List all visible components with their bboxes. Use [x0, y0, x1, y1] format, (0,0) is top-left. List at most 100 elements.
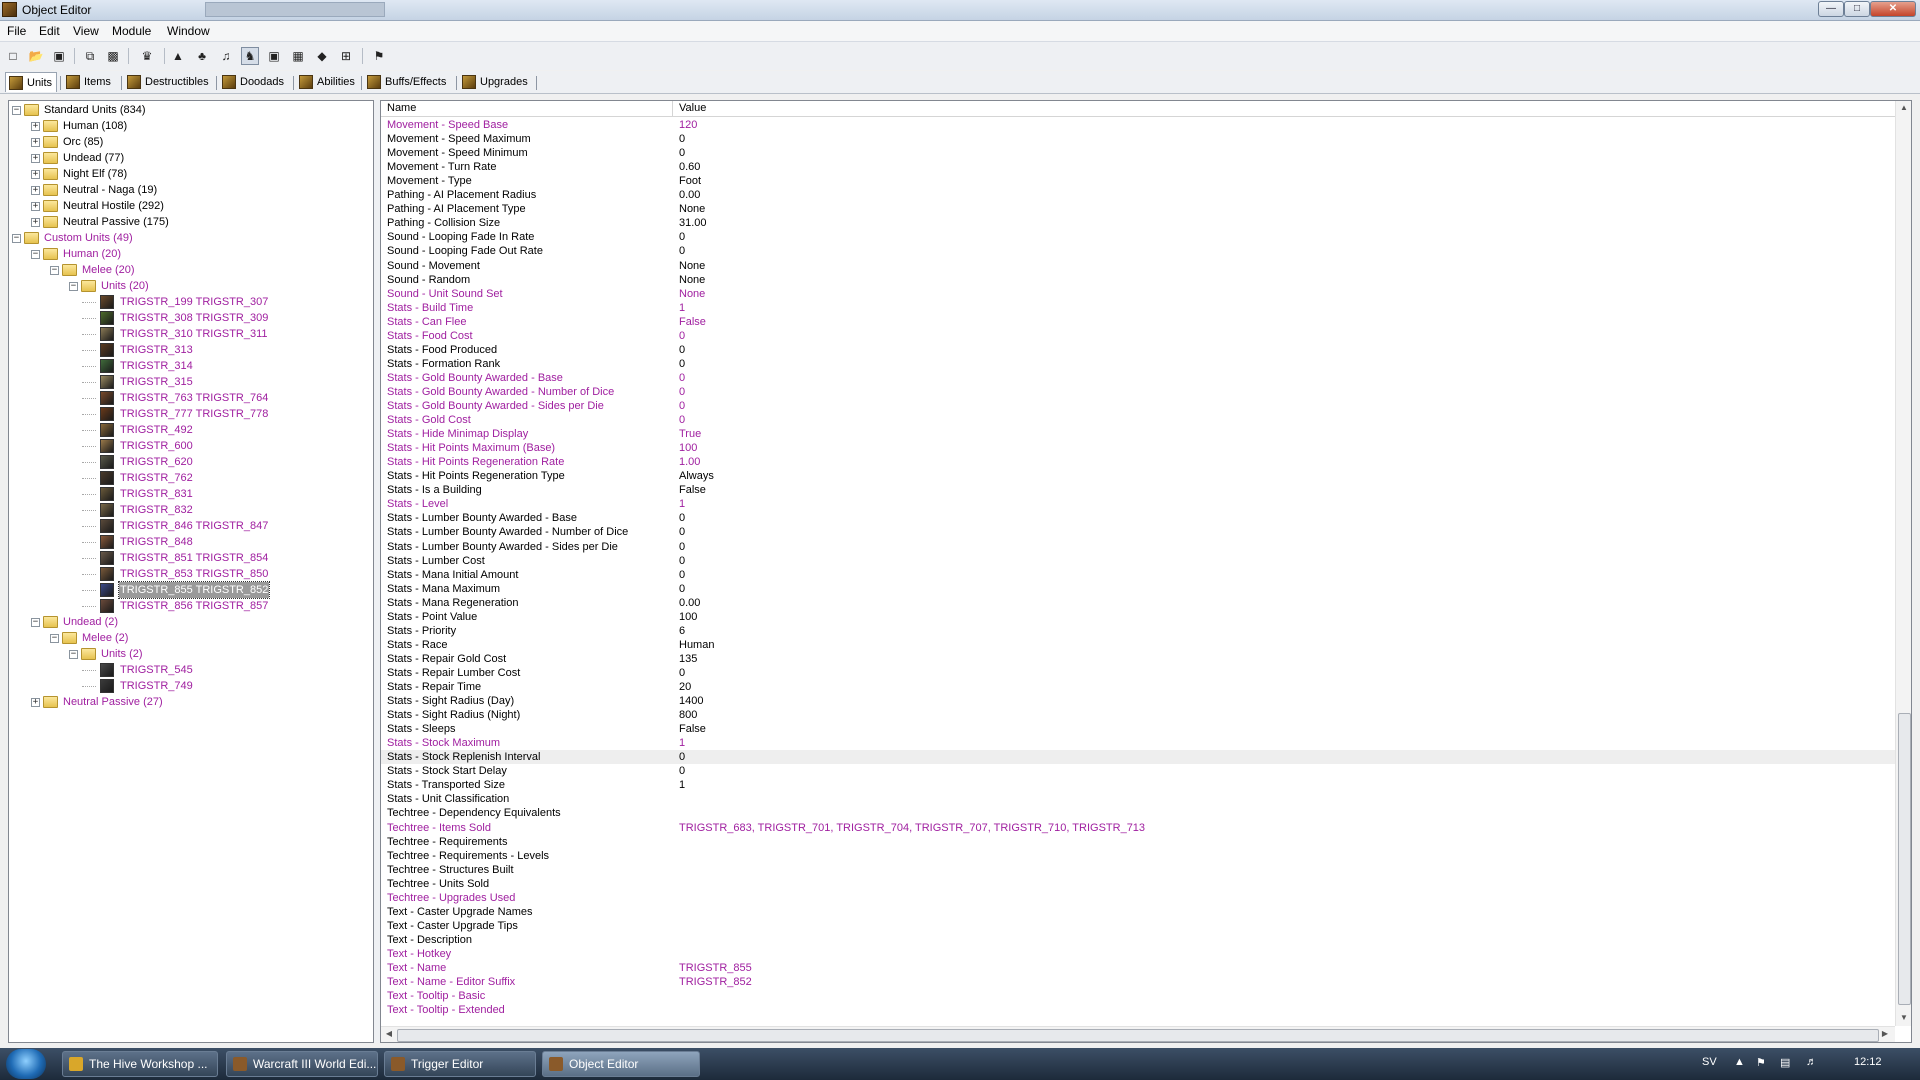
column-header-value[interactable]: Value: [679, 102, 706, 114]
field-value[interactable]: False: [679, 315, 706, 329]
field-row[interactable]: Text - Tooltip - Extended: [381, 1003, 1897, 1017]
field-row[interactable]: Movement - Speed Minimum 0: [381, 146, 1897, 160]
field-row[interactable]: Stats - Level 1: [381, 497, 1897, 511]
paste-icon[interactable]: ▩: [104, 47, 122, 65]
field-row[interactable]: Stats - Unit Classification: [381, 792, 1897, 806]
field-value[interactable]: None: [679, 287, 705, 301]
field-row[interactable]: Text - Tooltip - Basic: [381, 989, 1897, 1003]
tab-units[interactable]: Units: [5, 72, 58, 92]
field-row[interactable]: Stats - Gold Cost 0: [381, 413, 1897, 427]
field-row[interactable]: Text - Hotkey: [381, 947, 1897, 961]
field-value[interactable]: 0: [679, 554, 685, 568]
field-value[interactable]: 1: [679, 301, 685, 315]
field-value[interactable]: None: [679, 273, 705, 287]
field-row[interactable]: Movement - Speed Base 120: [381, 118, 1897, 132]
field-value[interactable]: 0: [679, 413, 685, 427]
windows-start-icon[interactable]: [6, 1049, 46, 1079]
field-row[interactable]: Stats - Mana Initial Amount 0: [381, 568, 1897, 582]
field-row[interactable]: Stats - Is a Building False: [381, 483, 1897, 497]
field-row[interactable]: Stats - Sight Radius (Day) 1400: [381, 694, 1897, 708]
field-row[interactable]: Stats - Hit Points Regeneration Type Alwa…: [381, 469, 1897, 483]
field-row[interactable]: Sound - Looping Fade Out Rate 0: [381, 244, 1897, 258]
field-value[interactable]: Human: [679, 638, 714, 652]
field-row[interactable]: Text - Caster Upgrade Tips: [381, 919, 1897, 933]
field-row[interactable]: Sound - Random None: [381, 273, 1897, 287]
collapse-minus-icon[interactable]: −: [69, 650, 78, 659]
doodad-icon[interactable]: ♣: [193, 47, 211, 65]
field-value[interactable]: 0.60: [679, 160, 700, 174]
field-value[interactable]: TRIGSTR_683, TRIGSTR_701, TRIGSTR_704, T…: [679, 821, 1145, 835]
field-row[interactable]: Stats - Repair Gold Cost 135: [381, 652, 1897, 666]
network-icon[interactable]: ▤: [1780, 1056, 1790, 1069]
field-row[interactable]: Pathing - Collision Size 31.00: [381, 216, 1897, 230]
field-value[interactable]: 135: [679, 652, 697, 666]
open-icon[interactable]: 📂: [27, 47, 45, 65]
input-language[interactable]: SV: [1702, 1056, 1717, 1068]
field-row[interactable]: Stats - Hide Minimap Display True: [381, 427, 1897, 441]
field-row[interactable]: Techtree - Upgrades Used: [381, 891, 1897, 905]
field-row[interactable]: Stats - Can Flee False: [381, 315, 1897, 329]
field-row[interactable]: Stats - Hit Points Regeneration Rate 1.00: [381, 455, 1897, 469]
field-row[interactable]: Stats - Gold Bounty Awarded - Number of …: [381, 385, 1897, 399]
tray-arrow-icon[interactable]: ▲: [1734, 1056, 1745, 1068]
field-row[interactable]: Stats - Mana Maximum 0: [381, 582, 1897, 596]
field-row[interactable]: Stats - Build Time 1: [381, 301, 1897, 315]
maximize-button[interactable]: □: [1844, 1, 1870, 17]
field-value[interactable]: True: [679, 427, 701, 441]
field-grid[interactable]: Name Value Movement - Speed Base 120 Movem…: [380, 100, 1912, 1043]
field-value[interactable]: 0: [679, 399, 685, 413]
unit-palette-icon[interactable]: ♞: [241, 47, 259, 65]
field-value[interactable]: 1400: [679, 694, 703, 708]
scroll-right-arrow-icon[interactable]: ▶: [1877, 1029, 1893, 1038]
field-value[interactable]: 31.00: [679, 216, 707, 230]
field-row[interactable]: Stats - Sleeps False: [381, 722, 1897, 736]
expand-plus-icon[interactable]: +: [31, 154, 40, 163]
collapse-minus-icon[interactable]: −: [50, 634, 59, 643]
volume-icon[interactable]: ♬: [1806, 1056, 1817, 1068]
field-row[interactable]: Techtree - Dependency Equivalents: [381, 806, 1897, 820]
expand-plus-icon[interactable]: +: [31, 122, 40, 131]
field-row[interactable]: Stats - Transported Size 1: [381, 778, 1897, 792]
field-value[interactable]: 0: [679, 329, 685, 343]
field-row[interactable]: Stats - Stock Start Delay 0: [381, 764, 1897, 778]
collapse-minus-icon[interactable]: −: [31, 618, 40, 627]
expand-plus-icon[interactable]: +: [31, 698, 40, 707]
field-row[interactable]: Stats - Race Human: [381, 638, 1897, 652]
scroll-up-arrow-icon[interactable]: ▲: [1896, 103, 1911, 112]
scroll-left-arrow-icon[interactable]: ◀: [381, 1029, 397, 1038]
taskbar-button[interactable]: Trigger Editor: [384, 1051, 536, 1077]
field-row[interactable]: Movement - Type Foot: [381, 174, 1897, 188]
field-value[interactable]: 0: [679, 540, 685, 554]
expand-plus-icon[interactable]: +: [31, 138, 40, 147]
field-value[interactable]: 0: [679, 750, 685, 764]
field-row[interactable]: Stats - Hit Points Maximum (Base) 100: [381, 441, 1897, 455]
horizontal-scrollbar[interactable]: ◀ ▶: [381, 1026, 1895, 1042]
column-divider[interactable]: [672, 101, 673, 116]
menu-edit[interactable]: Edit: [39, 24, 60, 38]
minimize-button[interactable]: —: [1818, 1, 1844, 17]
field-value[interactable]: 0: [679, 582, 685, 596]
tab-doodads[interactable]: Doodads: [219, 73, 288, 91]
field-row[interactable]: Techtree - Requirements - Levels: [381, 849, 1897, 863]
field-value[interactable]: TRIGSTR_852: [679, 975, 752, 989]
field-row[interactable]: Stats - Mana Regeneration 0.00: [381, 596, 1897, 610]
expand-plus-icon[interactable]: +: [31, 218, 40, 227]
taskbar-button[interactable]: The Hive Workshop ...: [62, 1051, 218, 1077]
close-button[interactable]: ✕: [1870, 1, 1916, 17]
field-row[interactable]: Stats - Food Cost 0: [381, 329, 1897, 343]
expand-plus-icon[interactable]: +: [31, 170, 40, 179]
field-row[interactable]: Stats - Repair Lumber Cost 0: [381, 666, 1897, 680]
field-value[interactable]: 1: [679, 778, 685, 792]
field-value[interactable]: TRIGSTR_855: [679, 961, 752, 975]
field-row[interactable]: Stats - Sight Radius (Night) 800: [381, 708, 1897, 722]
field-row[interactable]: Stats - Food Produced 0: [381, 343, 1897, 357]
field-value[interactable]: 0: [679, 525, 685, 539]
field-row[interactable]: Sound - Unit Sound Set None: [381, 287, 1897, 301]
field-row[interactable]: Text - Name TRIGSTR_855: [381, 961, 1897, 975]
field-value[interactable]: None: [679, 202, 705, 216]
field-row[interactable]: Sound - Movement None: [381, 259, 1897, 273]
field-value[interactable]: None: [679, 259, 705, 273]
collapse-minus-icon[interactable]: −: [31, 250, 40, 259]
field-row[interactable]: Sound - Looping Fade In Rate 0: [381, 230, 1897, 244]
new-icon[interactable]: □: [4, 47, 22, 65]
